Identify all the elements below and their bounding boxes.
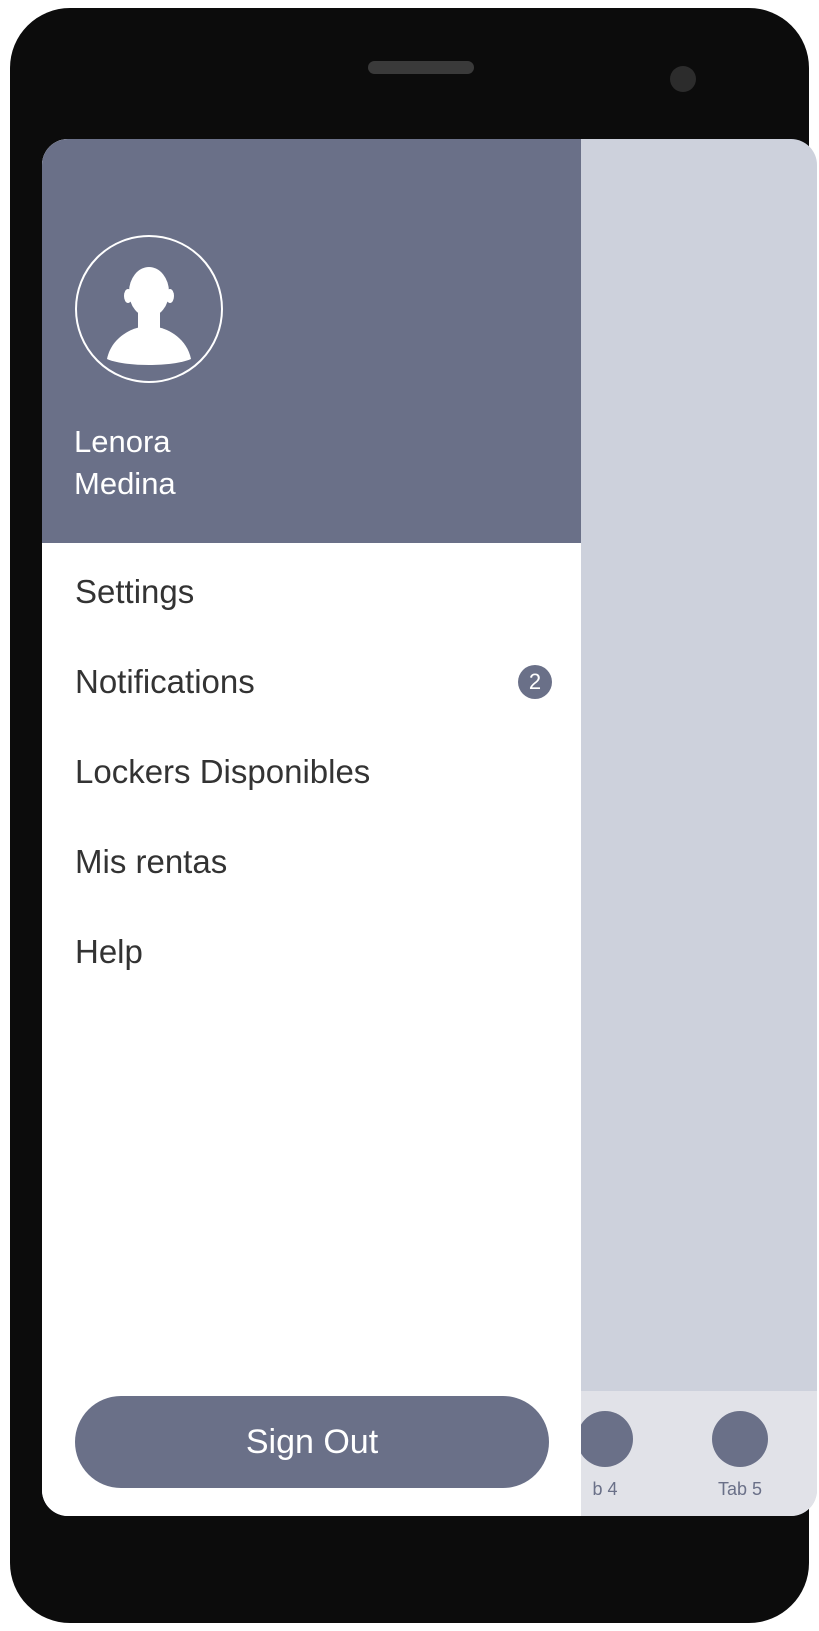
speaker-grille — [368, 61, 474, 74]
tab-5-label: Tab 5 — [717, 1479, 763, 1499]
menu-item-label: Mis rentas — [75, 843, 228, 880]
tab-5-icon — [712, 1411, 768, 1467]
app-screen: b 4 Tab 5 Lenora Medina Settings Notific… — [42, 139, 817, 1516]
menu-item-label: Lockers Disponibles — [75, 753, 371, 790]
avatar[interactable] — [75, 235, 223, 383]
notification-count-badge: 2 — [518, 665, 552, 699]
menu-item-label: Help — [75, 933, 143, 970]
drawer-header: Lenora Medina — [42, 139, 581, 543]
menu-item-label: Notifications — [75, 663, 255, 700]
navigation-drawer: Lenora Medina Settings Notifications 2 L… — [42, 139, 581, 1516]
menu-item-label: Settings — [75, 573, 195, 610]
tab-4-icon — [577, 1411, 633, 1467]
phone-frame: b 4 Tab 5 Lenora Medina Settings Notific… — [10, 8, 817, 1623]
user-name: Lenora Medina — [74, 424, 176, 501]
menu-item-help[interactable]: Help — [42, 907, 581, 997]
front-camera — [670, 66, 696, 92]
menu-item-settings[interactable]: Settings — [42, 547, 581, 637]
sign-out-button[interactable]: Sign Out — [75, 1396, 549, 1488]
menu-item-lockers-disponibles[interactable]: Lockers Disponibles — [42, 727, 581, 817]
user-silhouette-icon — [107, 267, 191, 365]
menu-item-mis-rentas[interactable]: Mis rentas — [42, 817, 581, 907]
tab-5[interactable]: Tab 5 — [700, 1411, 780, 1500]
drawer-menu: Settings Notifications 2 Lockers Disponi… — [42, 547, 581, 997]
menu-item-notifications[interactable]: Notifications 2 — [42, 637, 581, 727]
